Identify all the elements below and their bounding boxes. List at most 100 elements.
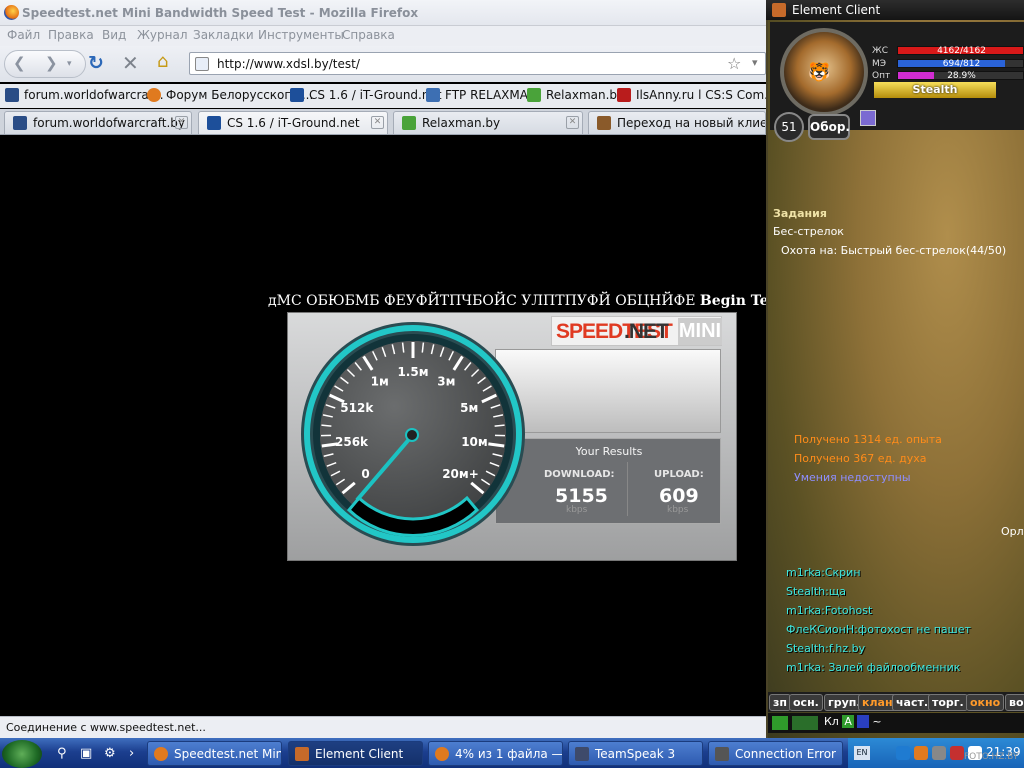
gauge-tick: [321, 424, 332, 427]
steam-icon[interactable]: ⚙: [104, 746, 116, 761]
system-message: Получено 1314 ед. опыта: [794, 433, 942, 446]
chan-war[interactable]: во: [1005, 694, 1024, 711]
tray-icon[interactable]: [950, 746, 964, 760]
results-divider: [627, 462, 628, 516]
relaxman-icon: [402, 116, 416, 130]
chan-trade[interactable]: торг.: [928, 694, 968, 711]
window-title: Speedtest.net Mini Bandwidth Speed Test …: [22, 6, 419, 20]
start-button[interactable]: [2, 740, 42, 768]
tab-new-client[interactable]: Переход на новый клиент...: [588, 111, 766, 134]
home-icon[interactable]: ⌂: [157, 51, 168, 72]
history-dropdown-icon[interactable]: ▾: [67, 59, 72, 69]
close-tab-icon[interactable]: ✕: [175, 116, 188, 129]
bookmark-item[interactable]: CS 1.6 / iT-Ground.net: [290, 88, 442, 102]
chat-line: m1rka:Fotohost: [786, 604, 873, 617]
buff-icon[interactable]: [860, 110, 876, 126]
url-text[interactable]: http://www.xdsl.by/test/: [217, 57, 360, 71]
quest-task: Охота на: Быстрый бес-стрелок(44/50): [781, 244, 1007, 257]
task-firefox[interactable]: Speedtest.net Min...: [147, 741, 282, 766]
chat-input[interactable]: Кл A ~: [768, 713, 1024, 733]
chan-private[interactable]: част.: [892, 694, 933, 711]
site-identity-icon[interactable]: [195, 57, 209, 71]
mode-button[interactable]: Обор.: [808, 114, 850, 140]
stop-icon[interactable]: ✕: [122, 51, 139, 75]
language-indicator[interactable]: EN: [854, 746, 870, 760]
gauge-label: 512k: [340, 401, 374, 415]
quest-tracker[interactable]: Задания Бес-стрелок Охота на: Быстрый бе…: [773, 207, 1006, 257]
menu-view[interactable]: Вид: [102, 28, 126, 42]
tab-relaxman[interactable]: Relaxman.by ✕: [393, 111, 583, 134]
task-teamspeak[interactable]: TeamSpeak 3: [568, 741, 703, 766]
chat-line: Stealth:f.hz.by: [786, 642, 866, 655]
mp-bar: 694/812: [897, 59, 1024, 69]
speedtest-info-panel: [495, 349, 721, 433]
reload-icon[interactable]: ↻: [88, 52, 104, 74]
game-titlebar[interactable]: Element Client: [766, 0, 1024, 20]
mp-label: МЭ: [872, 59, 887, 69]
chan-clan[interactable]: клан: [858, 694, 897, 711]
url-bar[interactable]: http://www.xdsl.by/test/ ☆ ▾: [189, 52, 766, 75]
menu-file[interactable]: Файл: [7, 28, 40, 42]
itground-icon: [207, 116, 221, 130]
system-message: Умения недоступны: [794, 471, 911, 484]
bookmark-item[interactable]: Relaxman.by: [527, 88, 624, 102]
bookmark-item[interactable]: forum.worldofwarcraf...: [5, 88, 164, 102]
hp-label: ЖС: [872, 46, 888, 56]
back-icon[interactable]: ❮: [13, 54, 26, 72]
task-download[interactable]: 4% из 1 файла —...: [428, 741, 563, 766]
ilsanny-icon: [617, 88, 631, 102]
menu-edit[interactable]: Правка: [48, 28, 94, 42]
system-message: Получено 367 ед. духа: [794, 452, 927, 465]
tray-icon[interactable]: [932, 746, 946, 760]
task-connection-error[interactable]: Connection Error: [708, 741, 843, 766]
more-icon[interactable]: ›: [129, 746, 134, 761]
url-dropdown-icon[interactable]: ▾: [752, 56, 758, 69]
chat-line: ФлеКСионН:фотохост не пашет: [786, 623, 971, 636]
download-unit: kbps: [566, 505, 588, 515]
firefox-titlebar[interactable]: Speedtest.net Mini Bandwidth Speed Test …: [0, 0, 766, 26]
tab-wow[interactable]: forum.worldofwarcraft.by ✕: [4, 111, 192, 134]
upload-value: 609: [659, 485, 699, 507]
menu-help[interactable]: Справка: [342, 28, 395, 42]
gauge-label: 5м: [460, 401, 478, 415]
firefox-icon: [435, 747, 449, 761]
close-tab-icon[interactable]: ✕: [566, 116, 579, 129]
gauge-label: 10м: [461, 435, 488, 449]
bookmark-item[interactable]: FTP RELAXMAN: [426, 88, 537, 102]
firefox-page-icon: [147, 88, 161, 102]
menu-tools[interactable]: Инструменты: [258, 28, 344, 42]
gauge-label: 256k: [335, 435, 369, 449]
back-forward-buttons[interactable]: ❮ ❯ ▾: [4, 50, 86, 78]
tab-itground[interactable]: CS 1.6 / iT-Ground.net ✕: [198, 111, 388, 134]
tray-icon[interactable]: [914, 746, 928, 760]
task-element-client[interactable]: Element Client: [288, 741, 423, 766]
forward-icon[interactable]: ❯: [45, 54, 58, 72]
target-name-plate[interactable]: Stealth: [874, 82, 996, 98]
menu-history[interactable]: Журнал: [137, 28, 188, 42]
menu-bookmarks[interactable]: Закладки: [193, 28, 254, 42]
tray-icon[interactable]: [896, 746, 910, 760]
watermark: FOTO.HZ.BY: [964, 752, 1019, 762]
bookmark-item[interactable]: IlsAnny.ru l CS:S Com...: [617, 88, 776, 102]
chan-window[interactable]: окно: [966, 694, 1005, 711]
teamspeak-icon: [575, 747, 589, 761]
download-label: DOWNLOAD:: [544, 469, 615, 480]
download-value: 5155: [555, 485, 608, 507]
game-app-icon: [772, 3, 786, 17]
emote-icon[interactable]: [792, 716, 818, 730]
close-tab-icon[interactable]: ✕: [371, 116, 384, 129]
quest-header: Задания: [773, 207, 827, 220]
character-portrait[interactable]: 🐯: [780, 28, 868, 116]
search-icon[interactable]: ⚲: [57, 746, 67, 761]
steam-icon: [715, 747, 729, 761]
bookmark-item[interactable]: Форум Белорусского ...: [147, 88, 313, 102]
bookmark-star-icon[interactable]: ☆: [727, 54, 741, 73]
game-page-icon: [597, 116, 611, 130]
level-badge: 51: [774, 112, 804, 142]
folder-icon[interactable]: ▣: [80, 746, 92, 761]
menu-bar: Файл Правка Вид Журнал Закладки Инструме…: [0, 26, 766, 46]
chan-zp[interactable]: зп: [769, 694, 791, 711]
xp-bar: 28.9%: [897, 71, 1024, 81]
chan-main[interactable]: осн.: [789, 694, 823, 711]
grid-icon[interactable]: [772, 716, 788, 730]
